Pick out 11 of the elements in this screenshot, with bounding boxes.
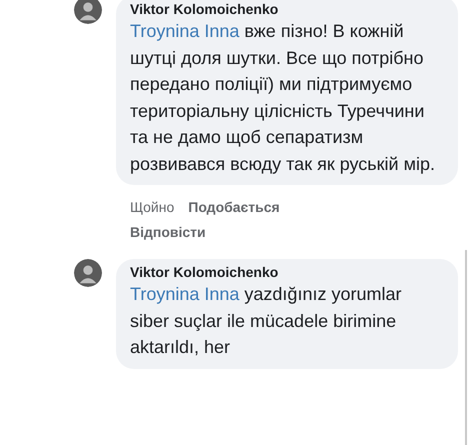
author-name[interactable]: Viktor Kolomoichenko (130, 0, 444, 18)
action-link[interactable]: Відповісти (130, 220, 206, 245)
comment-text: Troynina Inna вже пізно! В кожній шутці доля шутки. Все що потрібно передано поліції) ми підтримуємо територіальну цілісність Туреччини та не дамо щоб сепаратизм розвивався всюду так як руській мір. (130, 20, 436, 176)
avatar-icon[interactable] (74, 259, 102, 287)
mention-link[interactable]: Troynina Inna (130, 284, 240, 304)
mention-link[interactable]: Troynina Inna (130, 21, 240, 41)
avatar-icon[interactable] (74, 0, 102, 24)
timestamp: Щойно (130, 198, 174, 217)
author-name[interactable]: Viktor Kolomoichenko (130, 263, 444, 281)
comment-text: Troynina Inna yazdığınız yorumlar siber suçlar ile mücadele birimine aktarıldı, her (130, 283, 402, 359)
action-link[interactable]: Подобається (188, 195, 280, 220)
